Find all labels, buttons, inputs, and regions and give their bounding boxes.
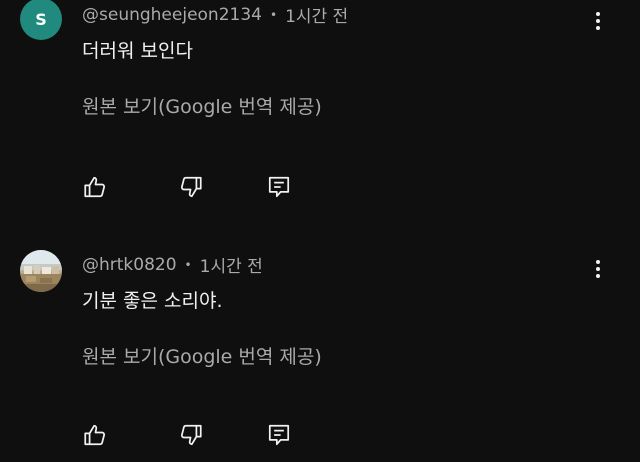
comment-meta: @hrtk0820 • 1시간 전	[82, 252, 263, 278]
like-icon	[84, 424, 106, 446]
comment-item: S @seungheejeon2134 • 1시간 전 더러워 보인다 원본 보…	[0, 0, 640, 230]
comment-text: 기분 좋은 소리야.	[82, 290, 223, 312]
more-vert-icon-dot	[596, 19, 600, 23]
dislike-icon	[180, 424, 202, 446]
more-options-button[interactable]	[586, 8, 610, 34]
comment-item: @hrtk0820 • 1시간 전 기분 좋은 소리야. 원본 보기(Googl…	[0, 244, 640, 462]
like-icon	[84, 176, 106, 198]
comment-meta: @seungheejeon2134 • 1시간 전	[82, 2, 348, 28]
see-original-link[interactable]: 원본 보기(Google 번역 제공)	[82, 342, 322, 369]
more-vert-icon-dot	[596, 267, 600, 271]
more-vert-icon-dot	[596, 274, 600, 278]
more-vert-icon	[596, 12, 600, 16]
author-handle[interactable]: @seungheejeon2134	[82, 5, 262, 25]
reply-button[interactable]	[264, 420, 294, 450]
more-options-button[interactable]	[586, 256, 610, 282]
more-vert-icon-dot	[596, 26, 600, 30]
reply-icon	[268, 424, 290, 446]
more-vert-icon	[596, 260, 600, 264]
author-handle[interactable]: @hrtk0820	[82, 255, 177, 275]
reply-icon	[268, 176, 290, 198]
comment-time[interactable]: 1시간 전	[200, 252, 263, 277]
like-button[interactable]	[80, 172, 110, 202]
avatar[interactable]	[20, 250, 62, 292]
see-original-link[interactable]: 원본 보기(Google 번역 제공)	[82, 92, 322, 119]
dislike-button[interactable]	[176, 172, 206, 202]
comment-text: 더러워 보인다	[82, 40, 193, 62]
avatar-letter: S	[35, 9, 47, 29]
dislike-button[interactable]	[176, 420, 206, 450]
dislike-icon	[180, 176, 202, 198]
comment-time[interactable]: 1시간 전	[285, 2, 348, 27]
meta-separator: •	[184, 257, 192, 272]
like-button[interactable]	[80, 420, 110, 450]
meta-separator: •	[269, 7, 278, 22]
avatar-photo-image	[20, 250, 62, 292]
avatar[interactable]: S	[20, 0, 62, 40]
reply-button[interactable]	[264, 172, 294, 202]
comment-actions	[80, 172, 320, 202]
comment-actions	[80, 420, 320, 450]
